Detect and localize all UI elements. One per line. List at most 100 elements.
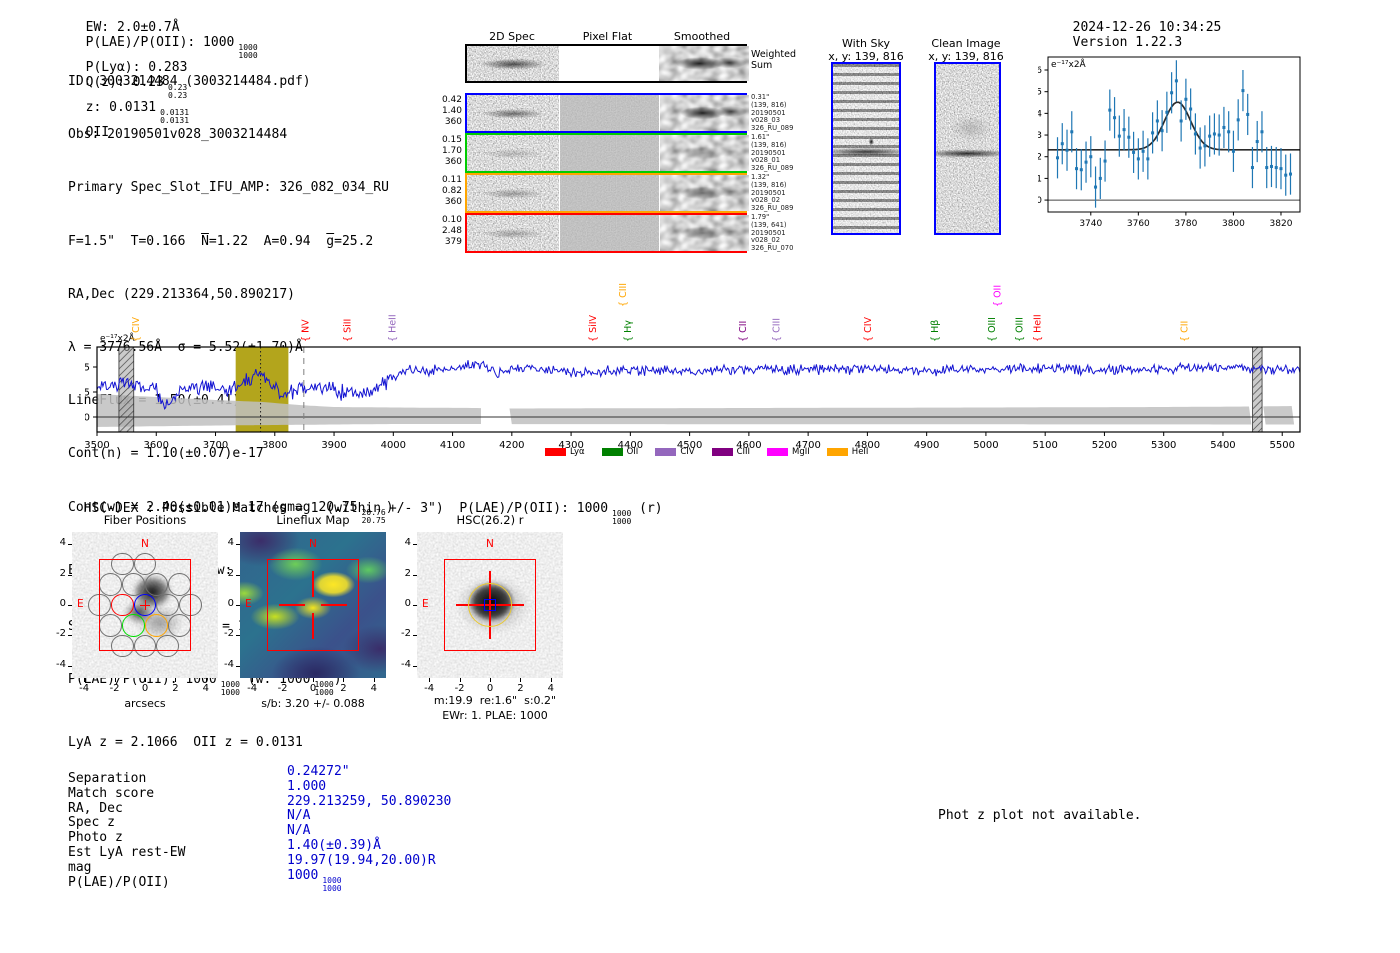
match-table-value: 1000 1000 1000 (287, 867, 342, 893)
spec2d-row-segment (660, 175, 749, 211)
lineflux-crosshair-top (312, 571, 314, 597)
data-point (1265, 166, 1269, 170)
x-tick-label: 3600 (144, 440, 169, 451)
match-table-row: Separation 0.24272" (68, 764, 451, 787)
data-point (1089, 155, 1093, 159)
data-point (1056, 156, 1060, 160)
noise-texture (560, 95, 659, 131)
hsc-cutout-image: N E (417, 532, 563, 678)
match-table-label: Photo z (68, 830, 123, 846)
lineflux-east-label: E (245, 598, 252, 610)
data-point (1127, 135, 1131, 139)
spec2d-row-segment (560, 215, 659, 251)
spec2d-left-value: 360 (444, 117, 462, 127)
cutout-y-tick-mark (68, 605, 72, 606)
spec2d-row-right-labels: 1.32" (139, 816) 20190501 v028_02 326_RU_089 (751, 173, 811, 213)
cutout-y-tick-mark (413, 605, 417, 606)
data-point (1279, 167, 1283, 171)
spec2d-row-segment (560, 135, 659, 171)
cutout-y-tick-mark (236, 574, 240, 576)
withsky-image (831, 62, 901, 235)
data-point (1060, 142, 1064, 146)
emission-line-label: { SiII (343, 319, 354, 342)
cutout-x-tick-label: -4 (247, 683, 258, 694)
match-table-row: Photo z N/A (68, 823, 451, 846)
lineflux-north-label: N (309, 538, 317, 550)
data-point (1255, 140, 1259, 144)
cutout-y-tick-label: 4 (59, 537, 66, 549)
match-table-row: mag 19.97(19.94,20.00)R (68, 853, 451, 876)
cutout-x-tick-mark (84, 678, 86, 682)
spec2d-left-value: 1.70 (441, 146, 462, 156)
match-table-row: P(LAE)/P(OII) 1000 1000 1000 (68, 868, 451, 892)
data-point (1217, 133, 1221, 137)
cutout-x-tick-mark (550, 678, 552, 682)
cutout-x-tick-label: 4 (547, 683, 555, 694)
y-tick-label: 6 (1038, 66, 1042, 76)
spec2d-row-right-labels: 1.61" (139, 816) 20190501 v028_01 326_RU_089 (751, 133, 811, 173)
spec2d-row-segment (467, 95, 559, 131)
spec2d-right-value: 326_RU_089 (751, 164, 794, 173)
emission-line-label: { Hβ (930, 320, 941, 342)
info-id: ID: 3003214484 (3003214484.pdf) (68, 74, 311, 89)
withsky-title: With Sky x, y: 139, 816 (828, 37, 904, 63)
data-point (1284, 173, 1288, 177)
spec2d-right-value: 326_RU_089 (751, 124, 794, 133)
legend-item: Lyα (545, 447, 585, 457)
spec2d-row-segment (660, 95, 749, 131)
data-point (1170, 91, 1174, 95)
legend-item: HeII (826, 447, 869, 457)
spec2d-row-segment (467, 135, 559, 171)
cutout-y-tick-label: -4 (56, 658, 66, 670)
lineflux-caption: s/b: 3.20 +/- 0.088 (261, 697, 365, 710)
x-tick-label: 3740 (1079, 219, 1102, 229)
spec2d-left-value: 0.15 (441, 135, 462, 145)
data-point (1212, 132, 1216, 136)
match-table-value: 19.97(19.94,20.00)R (287, 852, 436, 868)
spec2d-weighted-smoothed-image (659, 46, 749, 81)
cutout-y-tick-mark (413, 574, 417, 576)
spec2d-header-smoothed: Smoothed (673, 30, 731, 43)
x-tick-label: 3780 (1174, 219, 1197, 229)
spec2d-left-value: 2.48 (441, 226, 462, 236)
x-tick-label: 3900 (321, 440, 346, 451)
cutout-x-tick-mark (520, 678, 522, 682)
cutout-x-tick-label: -4 (424, 683, 435, 694)
data-point (1250, 166, 1254, 170)
spec2d-row-right-labels: 0.31" (139, 816) 20190501 v028_03 326_RU_089 (751, 93, 811, 133)
legend-swatch (545, 448, 566, 456)
cutout-x-tick-label: 0 (141, 683, 149, 694)
noise-texture (560, 135, 659, 171)
data-point (1179, 119, 1183, 123)
spectrum-legend: Lyα OII CIV CIII MgII HeII (545, 447, 868, 457)
emission-line-label: { OIII (987, 317, 998, 342)
legend-label: CIII (736, 447, 751, 457)
match-table-row: Spec z N/A (68, 809, 451, 831)
emission-line-label: { OIII (1015, 317, 1026, 342)
spec2d-row (465, 93, 749, 133)
error-envelope (97, 394, 481, 427)
cutout-y-tick-label: 0 (59, 598, 66, 609)
emission-line-label: { Hγ (623, 320, 634, 342)
emission-line-label: { SiIV (588, 314, 599, 342)
spec2d-right-value: 326_RU_070 (751, 244, 794, 253)
cutout-y-tick-mark (236, 665, 240, 667)
spec2d-left-value: 360 (444, 157, 462, 167)
cutout-y-tick-label: 0 (227, 598, 234, 609)
data-point (1236, 118, 1240, 122)
spec2d-row (465, 133, 749, 173)
x-tick-label: 4200 (499, 440, 524, 451)
match-table-value: 1.000 (287, 778, 327, 794)
legend-label: HeII (851, 447, 869, 457)
spec2d-left-value: 360 (444, 197, 462, 207)
cutout-y-tick-label: -4 (401, 658, 411, 670)
data-point (1274, 166, 1278, 170)
line-fit-inset-chart: 3740 3760 3780 3800 3820 0 1 2 3 4 5 6 e⁻¹⁷x2Å (1036, 44, 1310, 230)
spec2d-row-left-labels: 0.11 0.82 360 (438, 175, 462, 208)
spec2d-weighted-label: Weighted Sum (751, 49, 796, 71)
x-tick-label: 5500 (1269, 440, 1294, 451)
y-tick-label: 3 (1038, 131, 1042, 141)
spec2d-left-value: 0.42 (441, 95, 462, 105)
data-point (1222, 125, 1226, 129)
data-point (1075, 167, 1079, 171)
